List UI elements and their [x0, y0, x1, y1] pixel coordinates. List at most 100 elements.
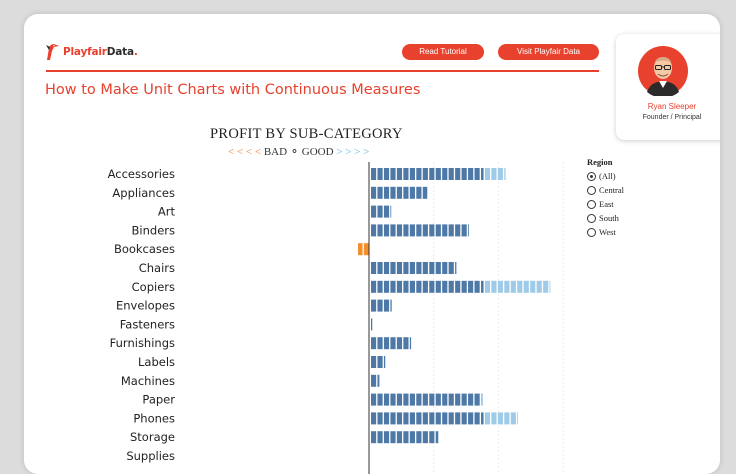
unit-mark[interactable] [371, 431, 377, 444]
unit-mark[interactable] [497, 168, 503, 180]
unit-mark[interactable] [442, 168, 448, 180]
unit-mark[interactable] [396, 224, 403, 237]
unit-mark[interactable] [455, 280, 461, 293]
unit-mark[interactable] [484, 280, 491, 293]
unit-mark[interactable] [403, 262, 409, 274]
unit-mark[interactable] [422, 412, 428, 425]
unit-mark[interactable] [491, 412, 497, 425]
unit-mark[interactable] [371, 412, 377, 425]
unit-mark[interactable] [491, 168, 497, 180]
region-option[interactable]: East [587, 197, 624, 211]
unit-mark[interactable] [377, 337, 383, 350]
unit-mark[interactable] [396, 262, 403, 274]
unit-mark[interactable] [377, 356, 383, 368]
unit-mark[interactable] [371, 356, 377, 368]
unit-mark[interactable] [396, 168, 403, 180]
radio-button-icon[interactable] [587, 199, 596, 209]
unit-mark[interactable] [517, 280, 523, 293]
unit-mark[interactable] [435, 393, 441, 406]
unit-mark[interactable] [390, 168, 396, 180]
unit-mark[interactable] [377, 186, 383, 199]
unit-mark[interactable] [448, 224, 454, 237]
unit-mark[interactable] [371, 168, 377, 180]
unit-mark[interactable] [480, 412, 484, 425]
unit-mark[interactable] [422, 280, 428, 293]
unit-mark[interactable] [442, 280, 448, 293]
region-option[interactable]: South [587, 211, 624, 225]
unit-mark[interactable] [396, 393, 403, 406]
unit-mark[interactable] [468, 280, 474, 293]
unit-mark[interactable] [543, 280, 549, 293]
unit-mark[interactable] [435, 168, 441, 180]
unit-mark[interactable] [429, 431, 435, 444]
unit-mark[interactable] [390, 299, 392, 312]
unit-mark[interactable] [468, 224, 469, 237]
region-option[interactable]: West [587, 225, 624, 239]
radio-button-icon[interactable] [587, 213, 596, 223]
unit-mark[interactable] [416, 262, 422, 274]
unit-mark[interactable] [371, 262, 377, 274]
unit-mark[interactable] [371, 318, 373, 331]
unit-mark[interactable] [484, 168, 491, 180]
unit-mark[interactable] [377, 299, 383, 312]
unit-mark[interactable] [480, 280, 484, 293]
unit-mark[interactable] [377, 168, 383, 180]
unit-mark[interactable] [403, 186, 409, 199]
unit-mark[interactable] [416, 431, 422, 444]
unit-mark[interactable] [396, 412, 403, 425]
unit-mark[interactable] [429, 280, 435, 293]
unit-mark[interactable] [377, 224, 383, 237]
unit-mark[interactable] [549, 280, 551, 293]
unit-mark[interactable] [461, 280, 467, 293]
unit-mark[interactable] [377, 431, 383, 444]
unit-mark[interactable] [371, 299, 377, 312]
unit-mark[interactable] [409, 262, 415, 274]
profile-name[interactable]: Ryan Sleeper [616, 102, 720, 111]
region-option[interactable]: Central [587, 183, 624, 197]
unit-mark[interactable] [429, 224, 435, 237]
unit-mark[interactable] [409, 337, 412, 350]
unit-mark[interactable] [448, 412, 454, 425]
unit-mark[interactable] [383, 205, 390, 218]
author-profile-card[interactable]: Ryan Sleeper Founder / Principal [616, 34, 720, 140]
unit-mark[interactable] [409, 168, 415, 180]
unit-mark[interactable] [377, 280, 383, 293]
unit-mark[interactable] [474, 412, 480, 425]
unit-mark[interactable] [455, 168, 461, 180]
unit-mark[interactable] [461, 412, 467, 425]
unit-mark[interactable] [468, 412, 474, 425]
unit-mark[interactable] [429, 262, 435, 274]
unit-mark[interactable] [504, 412, 510, 425]
unit-mark[interactable] [403, 412, 409, 425]
unit-mark[interactable] [480, 393, 483, 406]
unit-mark[interactable] [448, 280, 454, 293]
unit-mark[interactable] [371, 337, 377, 350]
unit-mark[interactable] [484, 412, 491, 425]
unit-mark[interactable] [371, 280, 377, 293]
unit-mark[interactable] [371, 186, 377, 199]
unit-mark[interactable] [390, 431, 396, 444]
unit-mark[interactable] [390, 186, 396, 199]
unit-mark[interactable] [403, 168, 409, 180]
unit-mark[interactable] [383, 356, 386, 368]
unit-mark[interactable] [429, 412, 435, 425]
unit-mark[interactable] [383, 224, 390, 237]
unit-mark[interactable] [422, 393, 428, 406]
unit-mark[interactable] [442, 412, 448, 425]
unit-mark[interactable] [371, 224, 377, 237]
unit-mark[interactable] [371, 374, 377, 387]
unit-mark[interactable] [396, 337, 403, 350]
unit-mark[interactable] [497, 280, 503, 293]
unit-mark[interactable] [390, 205, 392, 218]
unit-mark[interactable] [536, 280, 542, 293]
unit-mark[interactable] [371, 393, 377, 406]
unit-mark[interactable] [383, 186, 390, 199]
unit-mark[interactable] [435, 412, 441, 425]
unit-mark[interactable] [390, 262, 396, 274]
unit-mark[interactable] [442, 262, 448, 274]
unit-mark[interactable] [491, 280, 497, 293]
unit-mark[interactable] [455, 262, 457, 274]
unit-mark[interactable] [396, 280, 403, 293]
unit-mark[interactable] [510, 280, 516, 293]
unit-mark[interactable] [383, 412, 390, 425]
